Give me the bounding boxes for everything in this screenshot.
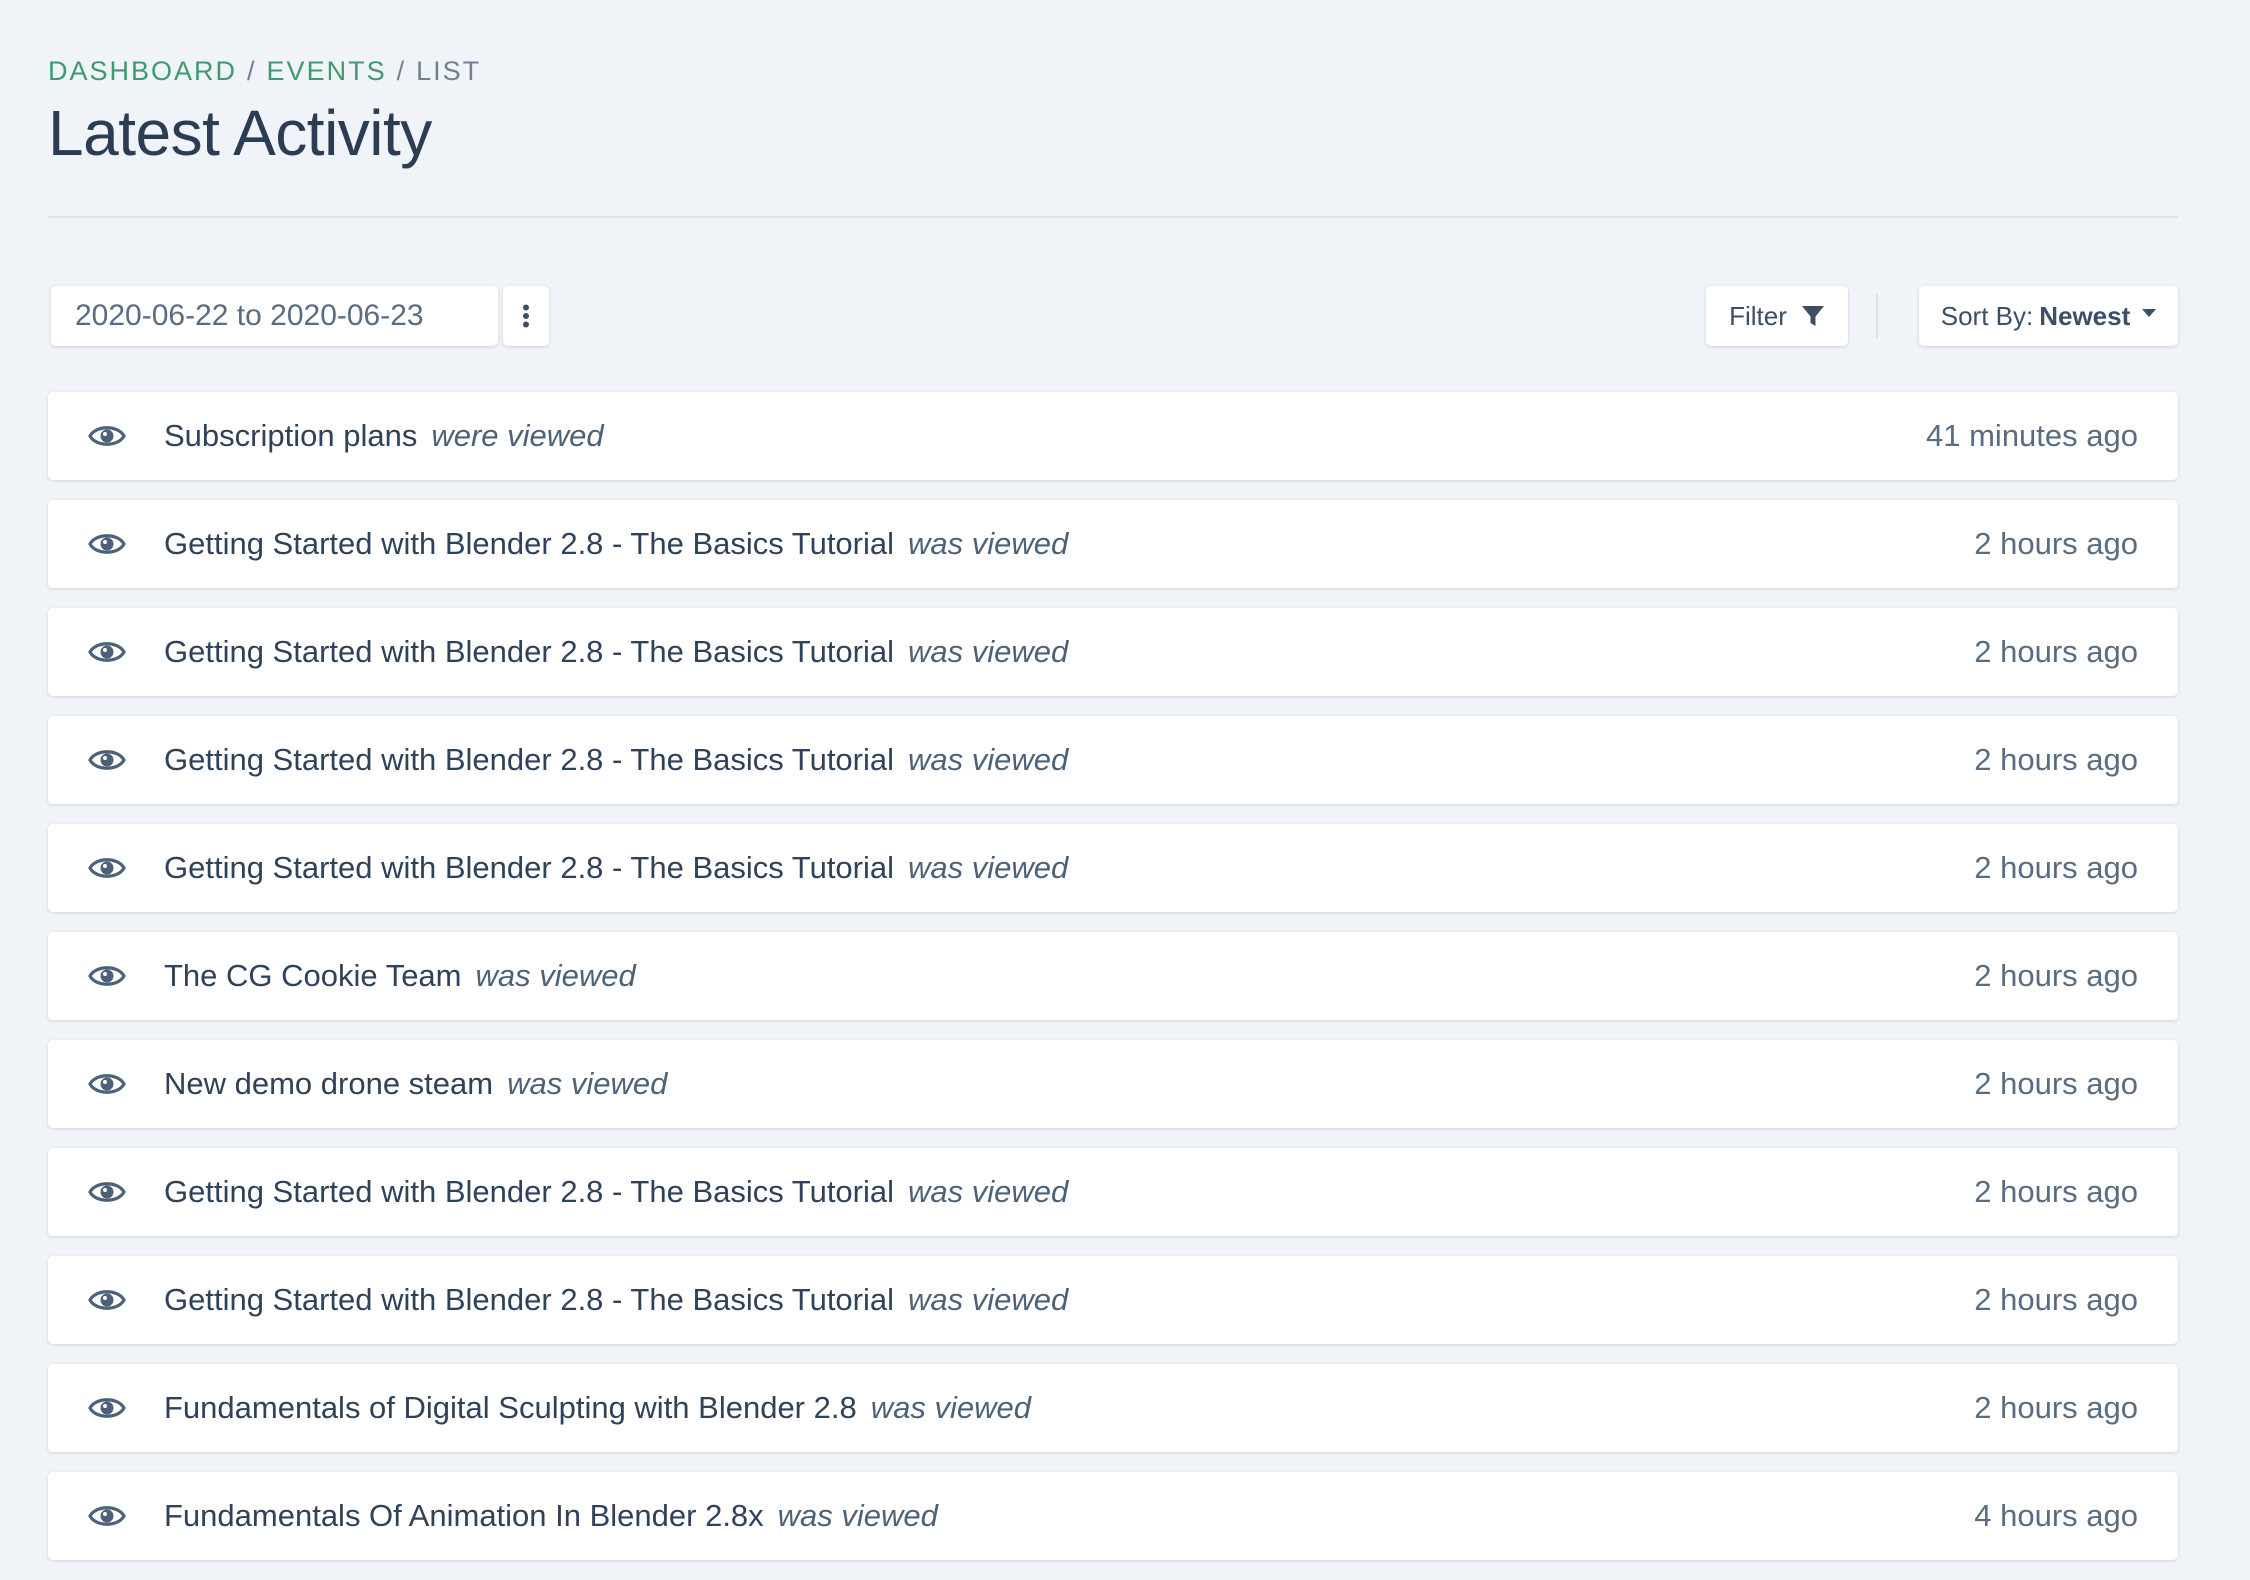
activity-subject: Getting Started with Blender 2.8 - The B… [164,608,1068,696]
activity-subject: Getting Started with Blender 2.8 - The B… [164,1148,1068,1236]
activity-time: 2 hours ago [1974,526,2138,561]
activity-verb: was viewed [908,1282,1069,1317]
activity-subject: Fundamentals Of Animation In Blender 2.8… [164,1472,938,1560]
vertical-ellipsis-icon [523,304,529,328]
activity-subject-text: Getting Started with Blender 2.8 - The B… [164,850,895,885]
activity-subject-text: Getting Started with Blender 2.8 - The B… [164,526,895,561]
activity-verb: was viewed [870,1390,1031,1425]
sort-prefix: Sort By: [1940,300,2034,331]
eye-icon [88,426,126,446]
eye-icon [88,858,126,878]
activity-subject: Getting Started with Blender 2.8 - The B… [164,1256,1068,1344]
activity-subject-text: Getting Started with Blender 2.8 - The B… [164,1174,895,1209]
page-title: Latest Activity [48,97,432,169]
activity-time: 2 hours ago [1974,958,2138,993]
activity-item[interactable]: Fundamentals of Digital Sculpting with B… [48,1364,2178,1452]
activity-subject-text: Getting Started with Blender 2.8 - The B… [164,742,895,777]
sort-dropdown[interactable]: Sort By: Newest [1919,286,2178,346]
activity-subject: Fundamentals of Digital Sculpting with B… [164,1364,1031,1452]
activity-time: 2 hours ago [1974,1066,2138,1101]
activity-subject-text: Getting Started with Blender 2.8 - The B… [164,634,895,669]
activity-time: 4 hours ago [1974,1498,2138,1533]
activity-verb: was viewed [777,1498,938,1533]
toolbar: 2020-06-22 to 2020-06-23 Filter Sort By:… [48,286,2178,348]
activity-time: 2 hours ago [1974,742,2138,777]
activity-verb: was viewed [908,526,1069,561]
activity-item[interactable]: Getting Started with Blender 2.8 - The B… [48,500,2178,588]
activity-verb: was viewed [908,634,1069,669]
date-range-options-button[interactable] [503,286,549,346]
activity-time: 2 hours ago [1974,634,2138,669]
eye-icon [88,534,126,554]
activity-subject-text: Getting Started with Blender 2.8 - The B… [164,1282,895,1317]
activity-item[interactable]: Fundamentals Of Animation In Blender 2.8… [48,1472,2178,1560]
activity-subject-text: Fundamentals Of Animation In Blender 2.8… [164,1498,764,1533]
eye-icon [88,1074,126,1094]
activity-time: 2 hours ago [1974,850,2138,885]
activity-subject: Getting Started with Blender 2.8 - The B… [164,716,1068,804]
activity-verb: was viewed [908,1174,1069,1209]
activity-time: 2 hours ago [1974,1174,2138,1209]
activity-subject: New demo drone steam was viewed [164,1040,667,1128]
activity-subject: Subscription plans were viewed [164,392,604,480]
filter-button[interactable]: Filter [1706,286,1848,346]
breadcrumb: Dashboard / Events / List [48,56,481,87]
activity-time: 41 minutes ago [1926,418,2138,453]
sort-value: Newest [2039,300,2131,331]
eye-icon [88,1182,126,1202]
eye-icon [88,750,126,770]
eye-icon [88,1290,126,1310]
activity-subject-text: New demo drone steam [164,1066,494,1101]
breadcrumb-separator: / [247,56,257,86]
activity-item[interactable]: Subscription plans were viewed 41 minutes… [48,392,2178,480]
eye-icon [88,642,126,662]
date-range-picker[interactable]: 2020-06-22 to 2020-06-23 [51,286,498,346]
activity-item[interactable]: The CG Cookie Team was viewed 2 hours ago [48,932,2178,1020]
activity-item[interactable]: Getting Started with Blender 2.8 - The B… [48,608,2178,696]
activity-verb: were viewed [431,418,604,453]
activity-subject-text: Subscription plans [164,418,418,453]
breadcrumb-separator: / [396,56,407,86]
activity-time: 2 hours ago [1974,1390,2138,1425]
activity-time: 2 hours ago [1974,1282,2138,1317]
funnel-icon [1801,306,1824,326]
activity-subject: The CG Cookie Team was viewed [164,932,636,1020]
header-divider [48,216,2178,218]
eye-icon [88,1398,126,1418]
chevron-down-icon [2142,309,2157,317]
toolbar-separator [1876,294,1878,338]
activity-item[interactable]: New demo drone steam was viewed 2 hours a… [48,1040,2178,1128]
activity-item[interactable]: Getting Started with Blender 2.8 - The B… [48,716,2178,804]
activity-subject: Getting Started with Blender 2.8 - The B… [164,500,1068,588]
activity-subject-text: The CG Cookie Team [164,958,462,993]
activity-subject-text: Fundamentals of Digital Sculpting with B… [164,1390,857,1425]
breadcrumb-dashboard-link[interactable]: Dashboard [48,56,237,86]
activity-subject: Getting Started with Blender 2.8 - The B… [164,824,1068,912]
activity-verb: was viewed [908,850,1069,885]
activity-verb: was viewed [908,742,1069,777]
activity-verb: was viewed [507,1066,668,1101]
activity-item[interactable]: Getting Started with Blender 2.8 - The B… [48,824,2178,912]
breadcrumb-events-link[interactable]: Events [267,56,387,86]
breadcrumb-current: List [416,56,482,86]
activity-item[interactable]: Getting Started with Blender 2.8 - The B… [48,1148,2178,1236]
activity-list: Subscription plans were viewed 41 minutes… [48,392,2178,1580]
activity-verb: was viewed [475,958,636,993]
eye-icon [88,966,126,986]
filter-button-label: Filter [1729,300,1787,331]
activity-item[interactable]: Getting Started with Blender 2.8 - The B… [48,1256,2178,1344]
